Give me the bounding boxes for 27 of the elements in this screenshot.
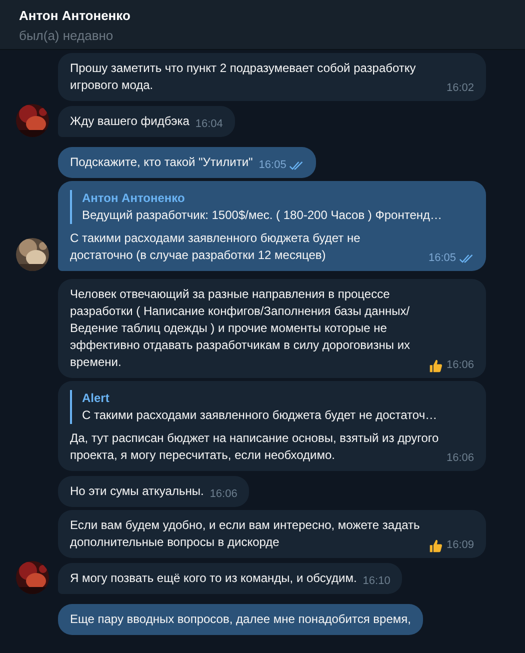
reply-author: Антон Антоненко <box>82 190 185 207</box>
message-time: 16:05 <box>428 251 456 266</box>
message-time: 16:05 <box>258 158 286 173</box>
message-time: 16:06 <box>210 487 238 502</box>
reply-quote: С такими расходами заявленного бюджета будет не достаточ… <box>82 407 438 424</box>
message-time: 16:09 <box>446 538 474 553</box>
message-text: Еще пару вводных вопросов, далее мне понадобится время, <box>70 611 411 628</box>
message-text: Прошу заметить что пункт 2 подразумевает собой разработку игрового мода. <box>70 60 417 94</box>
reply-author: Alert <box>82 390 110 407</box>
message-time: 16:06 <box>446 358 474 373</box>
thumbs-up-icon[interactable] <box>429 538 444 552</box>
message-text: Человек отвечающий за разные направления в процессе разработки ( Написание конфигов/Заполнения базы данных/ Ведение таблиц одежды ) и прочие моменты которые не эффективно отдавать разработчикам в силу дороговизны их времени. <box>70 286 412 371</box>
message-text: С такими расходами заявленного бюджета будет не достаточно (в случае разработки 12 месяцев) <box>70 230 362 264</box>
message-time: 16:04 <box>195 117 223 132</box>
message-text: Жду вашего фидбэка <box>70 113 190 130</box>
thumbs-up-icon[interactable] <box>429 358 444 372</box>
message-time: 16:06 <box>446 451 474 466</box>
message-text: Да, тут расписан бюджет на написание основы, взятый из другого проекта, я могу пересчитать, если необходимо. <box>70 430 440 464</box>
reply-quote: Ведущий разработчик: 1500$/мес. ( 180-200 Часов ) Фронтенд… <box>82 207 444 224</box>
message-time: 16:10 <box>362 574 390 589</box>
message-text: Я могу позвать ещё кого то из команды, и обсудим. <box>70 570 357 587</box>
contact-name: Антон Антоненко <box>19 7 130 25</box>
last-seen-status: был(а) недавно <box>19 27 114 45</box>
message-text: Подскажите, кто такой "Утилити" <box>70 154 253 171</box>
message-time: 16:02 <box>446 81 474 96</box>
message-text: Если вам будем удобно, и если вам интересно, можете задать дополнительные вопросы в дискорде <box>70 517 421 551</box>
message-text: Но эти сумы аткуальны. <box>70 483 204 500</box>
